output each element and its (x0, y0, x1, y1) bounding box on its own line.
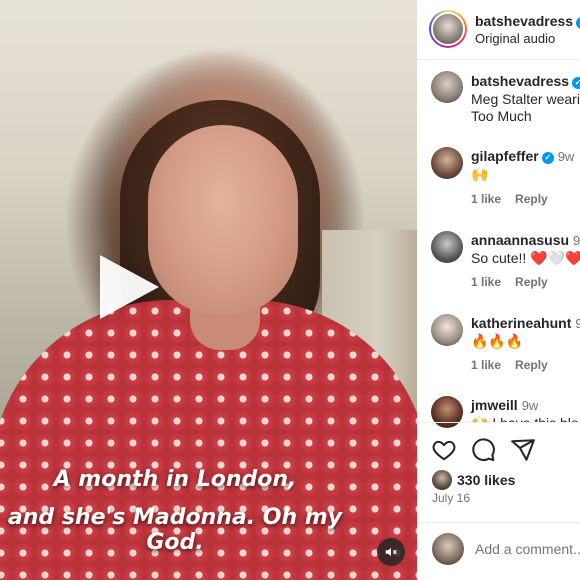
comment-meta: 1 like Reply (471, 192, 562, 206)
comment-icon[interactable] (470, 437, 496, 463)
post-side-panel: batshevadress✓ Original audio batshevadr… (417, 0, 580, 580)
comment-like-count[interactable]: 1 like (471, 275, 501, 289)
author-avatar[interactable] (429, 10, 467, 48)
mute-button[interactable] (377, 538, 405, 566)
comment-username[interactable]: katherineahunt 9 (471, 315, 580, 331)
verified-icon: ✓ (541, 152, 554, 164)
add-comment-input[interactable] (475, 541, 580, 557)
comment-text: 🙌 (471, 166, 489, 182)
author-username[interactable]: batshevadress✓ (475, 13, 580, 29)
share-icon[interactable] (510, 437, 536, 463)
liker-avatar[interactable] (432, 470, 452, 490)
comment-like-count[interactable]: 1 like (471, 192, 501, 206)
like-count[interactable]: 330 likes (457, 472, 515, 488)
video-caption-line-2: and she's Madonna. Oh my God. (7, 505, 343, 555)
comment-text: 🔥🔥🔥 (471, 333, 524, 349)
comment-meta: 1 like Reply (471, 275, 562, 289)
post-date[interactable]: July 16 (432, 491, 470, 505)
verified-icon: ✓ (572, 77, 580, 89)
reply-button[interactable]: Reply (515, 192, 548, 206)
description-avatar[interactable] (431, 71, 463, 103)
comment-avatar[interactable] (431, 314, 463, 346)
mute-icon (385, 547, 397, 557)
comment-avatar[interactable] (431, 147, 463, 179)
reply-button[interactable]: Reply (515, 275, 548, 289)
comment-like-count[interactable]: 1 like (471, 358, 501, 372)
description-username[interactable]: batshevadress ✓ (471, 73, 580, 89)
comment-text: 🙌 I have this blo (471, 414, 579, 422)
video-subject-face (148, 125, 298, 315)
play-icon[interactable] (100, 255, 159, 319)
current-user-avatar (432, 533, 464, 565)
verified-icon: ✓ (576, 17, 580, 29)
reply-button[interactable]: Reply (515, 358, 548, 372)
comment-meta: 1 like Reply (471, 358, 562, 372)
comment-username[interactable]: annaannasusu9w (471, 232, 580, 248)
comment-username[interactable]: jmweill 9w (471, 397, 538, 413)
video-caption-line-1: A month in London, (53, 467, 297, 492)
heart-icon[interactable] (431, 437, 457, 463)
description-text-line-2: Too Much (471, 108, 532, 124)
description-text-line-1: Meg Stalter weari (471, 91, 580, 107)
comment-avatar[interactable] (431, 231, 463, 263)
comment-text: So cute!! ❤️🤍❤️ (471, 250, 580, 266)
audio-label[interactable]: Original audio (475, 31, 555, 46)
reel-video[interactable]: A month in London, and she's Madonna. Oh… (0, 0, 417, 580)
comment-username[interactable]: gilapfeffer ✓ 9w (471, 148, 574, 164)
